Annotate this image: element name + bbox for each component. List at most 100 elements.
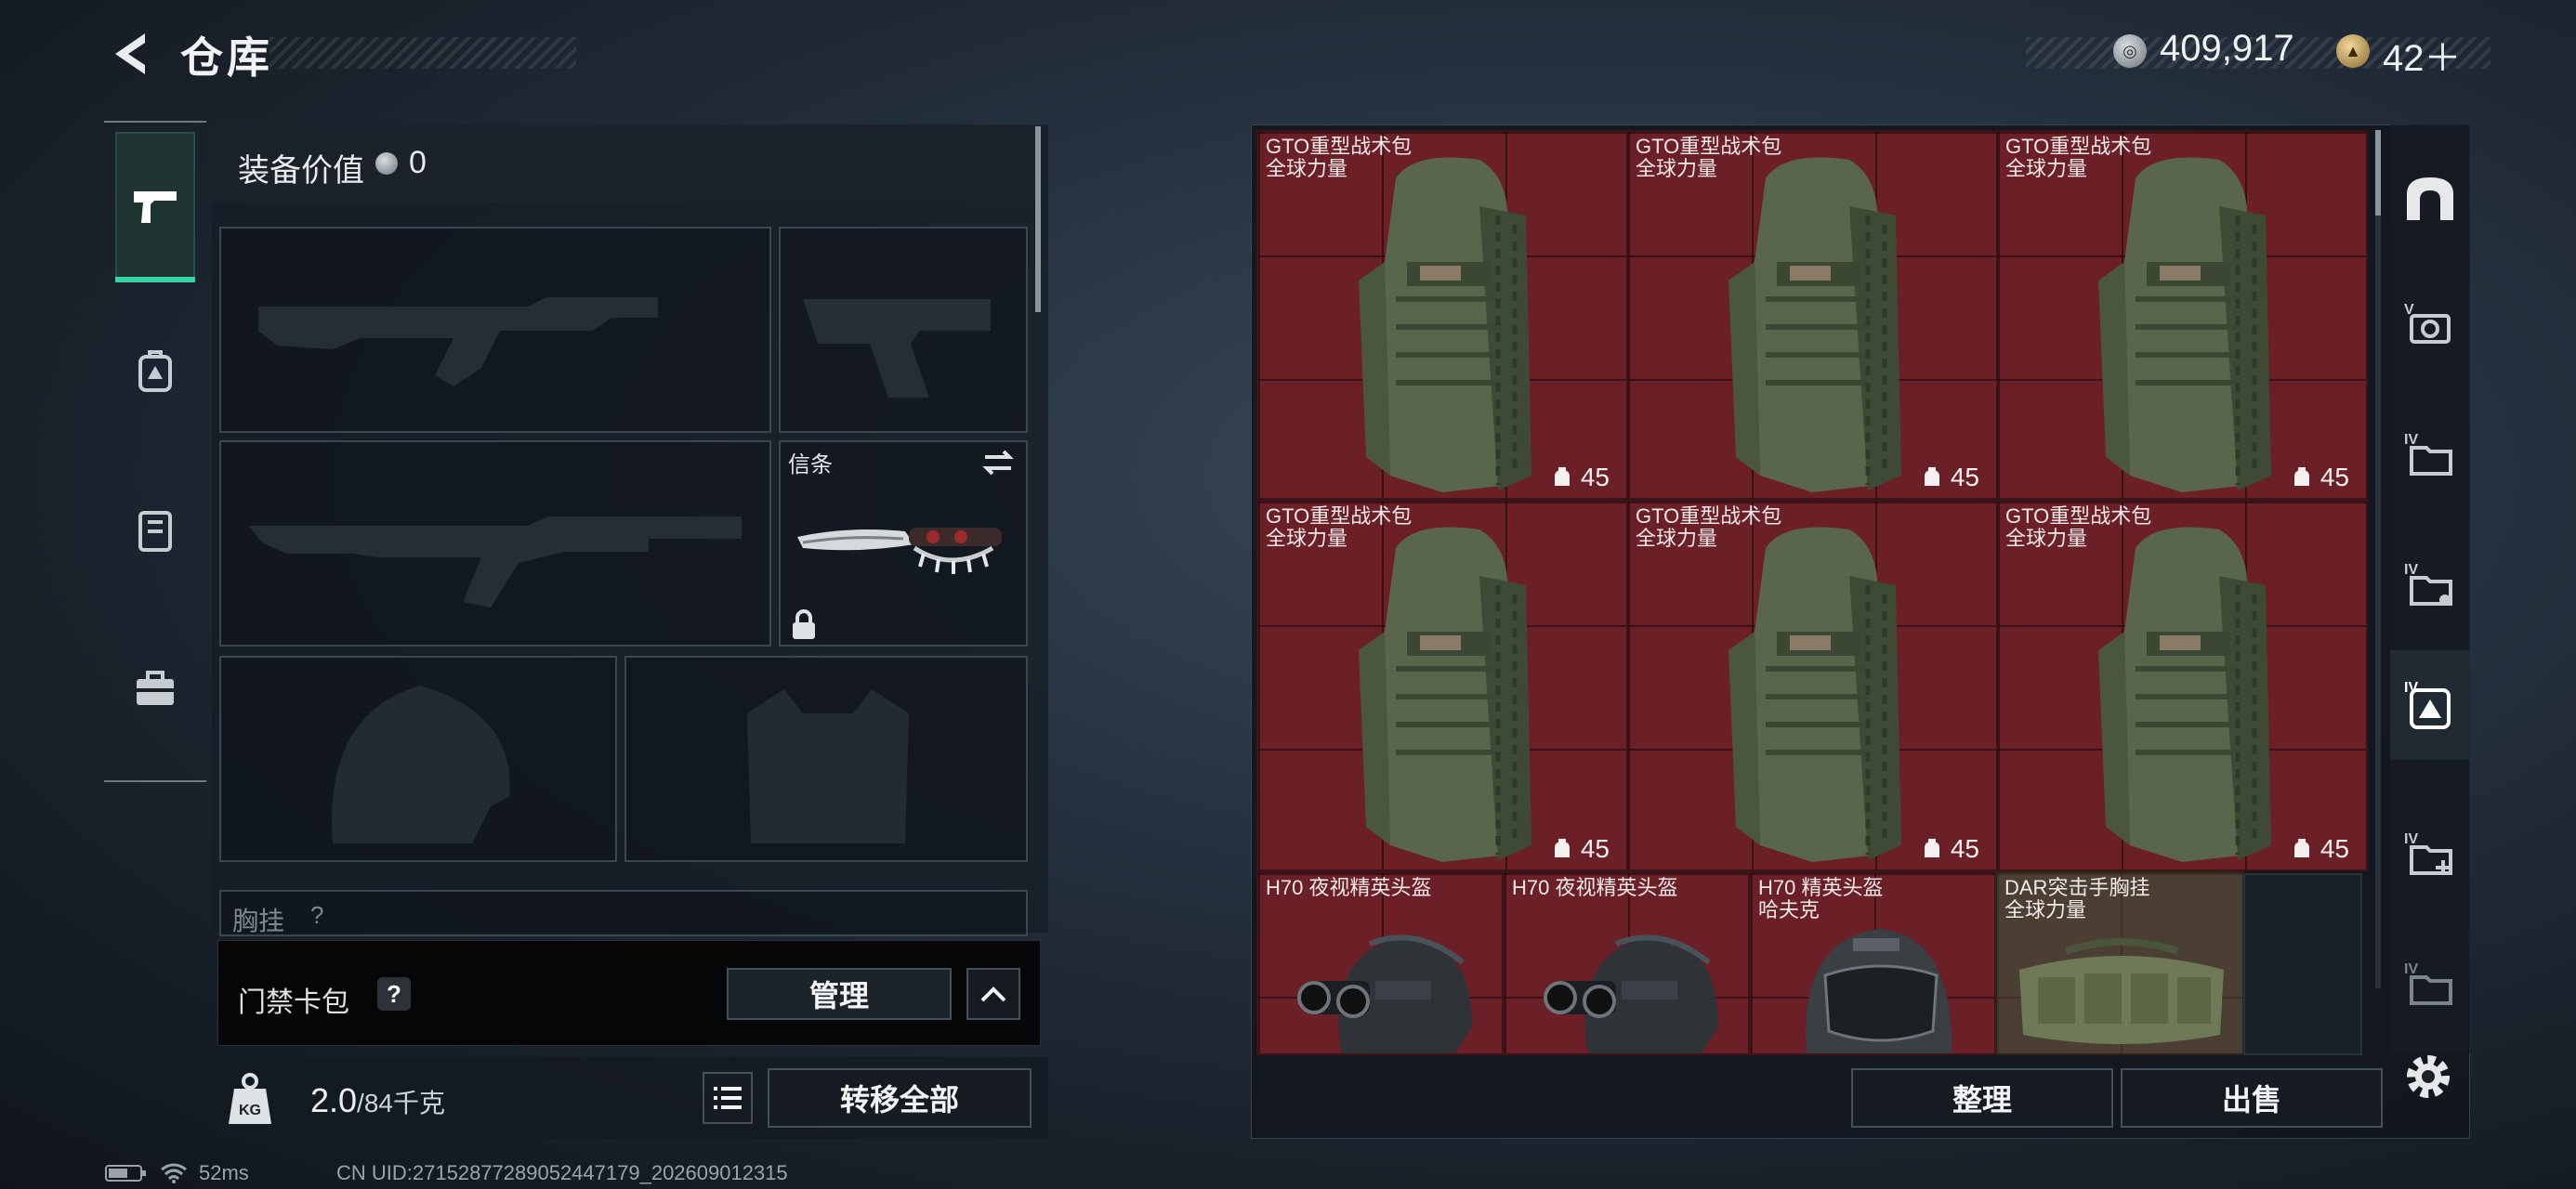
nav-tab-locker[interactable] <box>115 455 195 604</box>
storage-scrollbar-thumb[interactable] <box>2375 130 2381 216</box>
keycard-label: 门禁卡包 <box>238 987 349 1018</box>
storage-item[interactable]: GTO重型战术包 全球力量 45 <box>1256 500 1628 871</box>
storage-item[interactable]: H70 夜视精英头盔 <box>1503 871 1750 1055</box>
svg-text:IV: IV <box>2404 831 2418 847</box>
melee-name: 信条 <box>788 452 833 477</box>
helmet-slot[interactable] <box>219 656 617 862</box>
item-name: GTO重型战术包 全球力量 <box>1266 504 1413 550</box>
battery-icon <box>105 1165 146 1182</box>
manage-button[interactable]: 管理 <box>727 968 952 1020</box>
backpack-tab-icon: IV <box>2404 680 2451 729</box>
backpack-icon <box>2098 157 2271 492</box>
settings-gear-icon[interactable] <box>2399 1048 2457 1105</box>
equipment-value: 0 <box>409 145 427 180</box>
storage-scrollbar[interactable] <box>2375 130 2381 988</box>
folder-icon: IV <box>2404 562 2452 606</box>
weight-display: 2.0/84千克 <box>310 1081 445 1120</box>
storage-item[interactable]: H70 夜视精英头盔 <box>1256 871 1504 1055</box>
chest-rig-label: 胸挂 <box>232 907 285 935</box>
armor-silhouette-icon <box>747 689 909 843</box>
storage-item[interactable]: GTO重型战术包 全球力量 45 <box>1996 130 2368 500</box>
item-name: H70 精英头盔 哈夫克 <box>1758 876 1884 921</box>
capacity-icon <box>1554 839 1570 857</box>
storage-tab-home[interactable] <box>2390 143 2470 253</box>
storage-item[interactable]: H70 精英头盔 哈夫克 <box>1749 871 1996 1055</box>
chest-rig-icon <box>2019 938 2224 1044</box>
pistol-slot[interactable] <box>779 227 1028 433</box>
svg-text:KG: KG <box>239 1103 261 1118</box>
nav-active-indicator <box>115 277 195 282</box>
camera-icon: V <box>2404 302 2451 344</box>
expand-button[interactable] <box>966 968 1020 1020</box>
secondary-weapon-slot[interactable] <box>219 440 771 647</box>
storage-item[interactable]: GTO重型战术包 全球力量 45 <box>1996 500 2368 871</box>
list-icon <box>714 1087 742 1109</box>
folder-icon: IV <box>2404 432 2452 476</box>
transfer-all-button[interactable]: 转移全部 <box>768 1068 1032 1128</box>
svg-text:IV: IV <box>2404 432 2418 448</box>
pistol-silhouette-icon <box>803 299 991 398</box>
knife-icon <box>797 528 1002 574</box>
backpack-icon <box>1359 157 1531 492</box>
item-name: H70 夜视精英头盔 <box>1512 876 1678 899</box>
primary-weapon-slot[interactable] <box>219 227 771 433</box>
helmet-silhouette-icon <box>332 686 510 843</box>
chest-rig-slot[interactable]: 胸挂 ? <box>219 890 1028 936</box>
helmet-icon <box>1544 934 1718 1053</box>
title-decoration <box>269 37 576 69</box>
arch-icon <box>2407 177 2453 220</box>
storage-tab-5[interactable]: V <box>2390 269 2470 379</box>
capacity: 45 <box>2291 463 2349 492</box>
status-bar: 52ms <box>104 1161 249 1185</box>
storage-tab-4d[interactable]: IV <box>2390 799 2470 908</box>
storage-item[interactable]: GTO重型战术包 全球力量 45 <box>1626 130 1998 500</box>
backpack-icon <box>2098 527 2271 862</box>
item-name: GTO重型战术包 全球力量 <box>1636 135 1782 180</box>
item-name: GTO重型战术包 全球力量 <box>1266 135 1413 180</box>
uid-text: CN UID:2715287728905244717​9_20260901231… <box>336 1161 788 1184</box>
gold-coin-icon: ▲ <box>2336 34 2370 68</box>
capacity-icon <box>2293 467 2309 486</box>
wifi-icon <box>161 1163 187 1183</box>
capacity: 45 <box>1921 463 1979 492</box>
backpack-icon <box>1728 157 1901 492</box>
sell-button[interactable]: 出售 <box>2121 1068 2383 1128</box>
storage-tab-4a[interactable]: IV <box>2390 399 2470 509</box>
silver-currency-value: 409,917 <box>2160 28 2294 69</box>
armor-slot[interactable] <box>624 656 1028 862</box>
lock-icon <box>790 609 818 641</box>
nav-tab-toolbox[interactable] <box>115 613 195 762</box>
keycard-help-button[interactable]: ? <box>377 977 411 1011</box>
backpack-icon <box>1359 527 1531 862</box>
storage-tab-4b[interactable]: IV <box>2390 529 2470 639</box>
empty-storage-slot[interactable] <box>2243 873 2362 1055</box>
storage-tab-4e[interactable]: IV <box>2390 929 2470 1039</box>
storage-item[interactable]: GTO重型战术包 全球力量 45 <box>1256 130 1628 500</box>
nav-tab-backpack[interactable] <box>115 297 195 446</box>
item-name: H70 夜视精英头盔 <box>1266 876 1432 899</box>
storage-item[interactable]: GTO重型战术包 全球力量 45 <box>1626 500 1998 871</box>
capacity-icon <box>1924 839 1939 857</box>
gold-currency-value[interactable]: 42＋ <box>2383 28 2462 82</box>
folder-icon: IV <box>2404 961 2452 1005</box>
backpack-icon <box>1728 527 1901 862</box>
item-name: GTO重型战术包 全球力量 <box>2005 135 2152 180</box>
capacity: 45 <box>2291 834 2349 864</box>
chest-rig-help[interactable]: ? <box>310 901 323 930</box>
capacity-icon <box>1924 467 1939 486</box>
chevron-up-icon <box>980 986 1006 1002</box>
storage-tab-4c[interactable]: IV <box>2390 650 2470 760</box>
helmet-icon <box>1297 934 1472 1053</box>
back-arrow-icon[interactable] <box>104 28 156 80</box>
list-view-button[interactable] <box>703 1072 753 1124</box>
pistol-icon <box>134 191 177 223</box>
item-name: DAR突击手胸挂 全球力量 <box>2004 876 2150 921</box>
equipment-scrollbar[interactable] <box>1035 126 1041 312</box>
capacity: 45 <box>1921 834 1979 864</box>
nav-tab-weapons[interactable] <box>115 132 195 281</box>
sort-button[interactable]: 整理 <box>1851 1068 2113 1128</box>
swap-icon[interactable] <box>981 446 1015 479</box>
storage-item[interactable]: DAR突击手胸挂 全球力量 <box>1995 871 2244 1055</box>
backpack-icon <box>138 350 172 392</box>
item-name: GTO重型战术包 全球力量 <box>2005 504 2152 550</box>
